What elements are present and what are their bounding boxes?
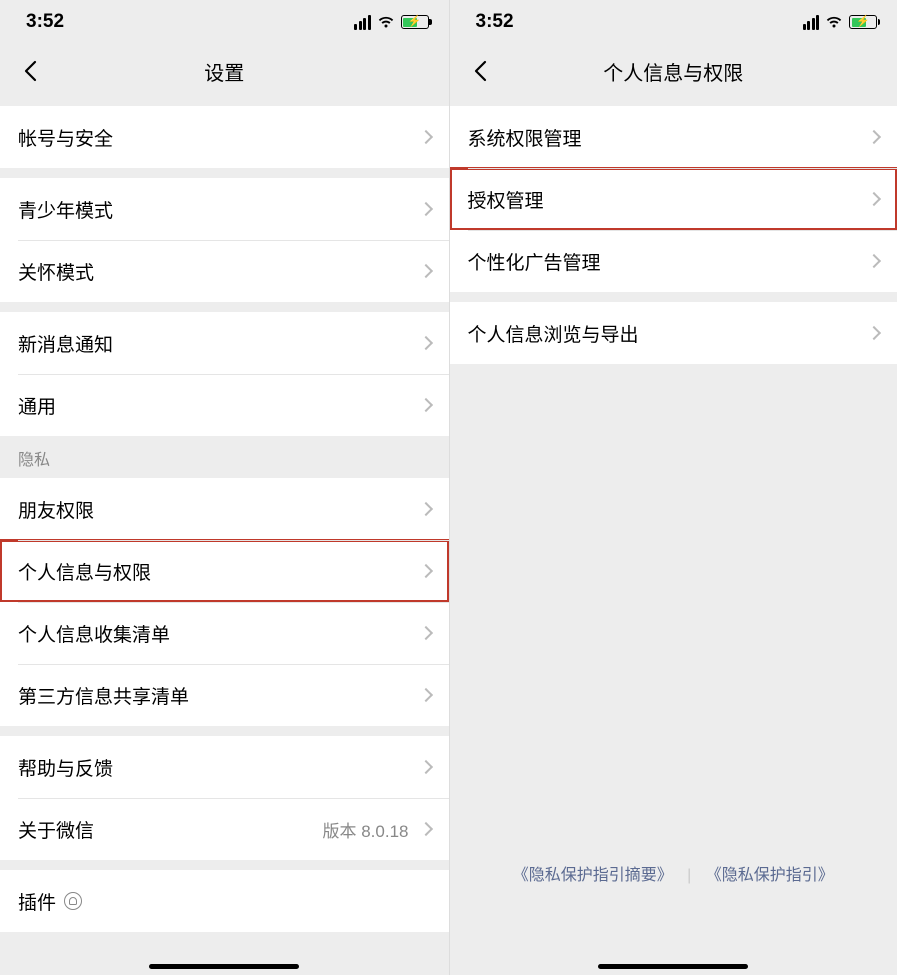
home-indicator[interactable] [149, 964, 299, 969]
cellular-icon [354, 15, 371, 30]
row-personalized-ads[interactable]: 个性化广告管理 [450, 230, 897, 292]
chevron-right-icon [418, 564, 432, 578]
wifi-icon [825, 15, 843, 29]
chevron-right-icon [418, 336, 432, 350]
row-label: 授权管理 [468, 186, 864, 213]
battery-icon: ⚡ [849, 15, 877, 29]
chevron-right-icon [418, 502, 432, 516]
row-label: 帮助与反馈 [18, 754, 415, 781]
row-label: 插件 [18, 888, 56, 915]
chevron-right-icon [418, 822, 432, 836]
privacy-summary-link[interactable]: 《隐私保护指引摘要》 [513, 867, 673, 884]
back-button[interactable] [12, 53, 48, 89]
row-care-mode[interactable]: 关怀模式 [0, 240, 449, 302]
chevron-right-icon [418, 688, 432, 702]
chevron-right-icon [867, 254, 881, 268]
nav-bar: 个人信息与权限 [450, 44, 897, 98]
row-label: 关怀模式 [18, 258, 415, 285]
row-authorization-management[interactable]: 授权管理 [450, 168, 897, 230]
chevron-right-icon [418, 626, 432, 640]
row-teen-mode[interactable]: 青少年模式 [0, 178, 449, 240]
row-general[interactable]: 通用 [0, 374, 449, 436]
page-title: 设置 [0, 57, 449, 86]
row-browse-export-info[interactable]: 个人信息浏览与导出 [450, 302, 897, 364]
row-about-wechat[interactable]: 关于微信 版本 8.0.18 [0, 798, 449, 860]
version-text: 版本 8.0.18 [323, 817, 409, 842]
row-label: 新消息通知 [18, 330, 415, 357]
status-bar: 3:52 ⚡ [0, 0, 449, 44]
footer-links: 《隐私保护指引摘要》 | 《隐私保护指引》 [450, 861, 897, 885]
row-notifications[interactable]: 新消息通知 [0, 312, 449, 374]
chevron-right-icon [418, 398, 432, 412]
lightbulb-icon [64, 892, 82, 910]
row-system-permissions[interactable]: 系统权限管理 [450, 106, 897, 168]
row-label: 第三方信息共享清单 [18, 682, 415, 709]
row-personal-info-permissions[interactable]: 个人信息与权限 [0, 540, 449, 602]
chevron-right-icon [418, 130, 432, 144]
section-header-privacy: 隐私 [0, 436, 449, 478]
nav-bar: 设置 [0, 44, 449, 98]
home-indicator[interactable] [598, 964, 748, 969]
row-label: 个性化广告管理 [468, 248, 864, 275]
wifi-icon [377, 15, 395, 29]
chevron-right-icon [418, 264, 432, 278]
row-help-feedback[interactable]: 帮助与反馈 [0, 736, 449, 798]
privacy-guide-link[interactable]: 《隐私保护指引》 [706, 867, 834, 884]
chevron-right-icon [867, 192, 881, 206]
row-label: 朋友权限 [18, 496, 415, 523]
status-indicators: ⚡ [803, 15, 878, 30]
battery-icon: ⚡ [401, 15, 429, 29]
row-plugins[interactable]: 插件 [0, 870, 449, 932]
row-label: 青少年模式 [18, 196, 415, 223]
personal-info-screen: 3:52 ⚡ 个人信息与权限 系统权限管理 授权管理 个性化广告管理 [449, 0, 897, 975]
cellular-icon [803, 15, 820, 30]
chevron-right-icon [867, 326, 881, 340]
row-label: 个人信息收集清单 [18, 620, 415, 647]
row-friend-permissions[interactable]: 朋友权限 [0, 478, 449, 540]
row-label: 个人信息浏览与导出 [468, 320, 864, 347]
status-time: 3:52 [476, 11, 514, 33]
chevron-right-icon [418, 760, 432, 774]
row-label: 个人信息与权限 [18, 558, 415, 585]
separator: | [687, 867, 691, 884]
chevron-right-icon [418, 202, 432, 216]
chevron-right-icon [867, 130, 881, 144]
row-label: 系统权限管理 [468, 124, 864, 151]
row-label: 通用 [18, 392, 415, 419]
row-account-security[interactable]: 帐号与安全 [0, 106, 449, 168]
settings-screen: 3:52 ⚡ 设置 帐号与安全 青少年模式 关怀模式 [0, 0, 449, 975]
row-label: 关于微信 [18, 816, 323, 843]
page-title: 个人信息与权限 [450, 57, 897, 86]
status-indicators: ⚡ [354, 15, 429, 30]
row-label: 帐号与安全 [18, 124, 415, 151]
back-button[interactable] [462, 53, 498, 89]
row-info-collection-list[interactable]: 个人信息收集清单 [0, 602, 449, 664]
row-third-party-sharing[interactable]: 第三方信息共享清单 [0, 664, 449, 726]
status-time: 3:52 [26, 11, 64, 33]
status-bar: 3:52 ⚡ [450, 0, 897, 44]
